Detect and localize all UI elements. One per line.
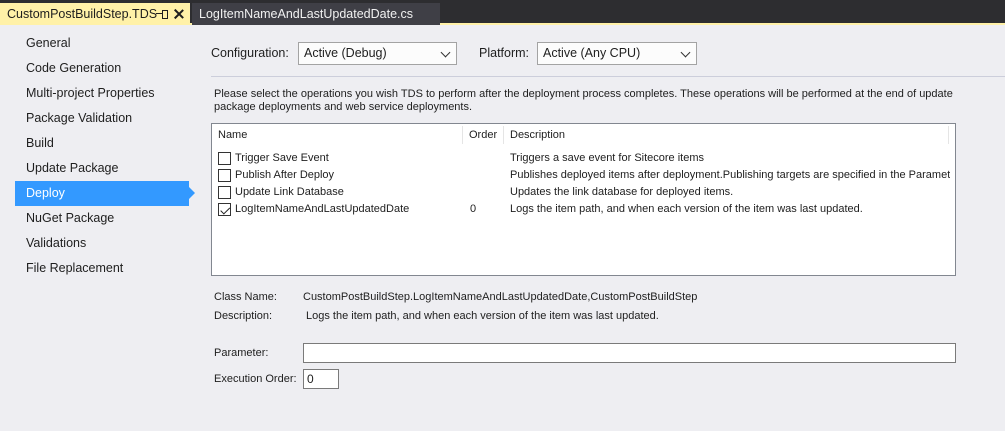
sidebar-item-code-generation[interactable]: Code Generation [15, 56, 191, 81]
execution-order-label: Execution Order: [214, 373, 297, 385]
description-value: Logs the item path, and when each versio… [306, 310, 659, 322]
list-item-description: Updates the link database for deployed i… [510, 186, 734, 198]
column-separator[interactable] [948, 126, 949, 144]
section-divider [211, 76, 1005, 77]
tab-custom-post-build-step[interactable]: CustomPostBuildStep.TDS [0, 3, 190, 25]
platform-select[interactable]: Active (Any CPU) [537, 42, 697, 65]
parameter-input[interactable] [303, 343, 956, 363]
pin-icon[interactable] [156, 8, 168, 20]
sidebar-item-validations[interactable]: Validations [15, 231, 191, 256]
platform-label: Platform: [479, 46, 530, 60]
sidebar-item-multi-project-properties[interactable]: Multi-project Properties [15, 81, 191, 106]
tab-label: LogItemNameAndLastUpdatedDate.cs [199, 7, 414, 21]
sidebar-item-general[interactable]: General [15, 31, 191, 56]
list-item-checkbox[interactable] [218, 186, 231, 199]
list-item-name: Update Link Database [235, 186, 344, 198]
execution-order-input[interactable]: 0 [303, 369, 339, 389]
list-item-description: Logs the item path, and when each versio… [510, 203, 863, 215]
list-item[interactable]: Trigger Save Event Triggers a save event… [212, 150, 955, 167]
list-item[interactable]: Update Link Database Updates the link da… [212, 184, 955, 201]
close-icon[interactable] [174, 9, 184, 19]
column-header-name[interactable]: Name [212, 124, 462, 146]
list-item-description: Publishes deployed items after deploymen… [510, 169, 950, 181]
configuration-select[interactable]: Active (Debug) [298, 42, 457, 65]
platform-value: Active (Any CPU) [543, 46, 641, 60]
list-item[interactable]: LogItemNameAndLastUpdatedDate 0 Logs the… [212, 201, 955, 218]
tab-label: CustomPostBuildStep.TDS [7, 7, 158, 21]
configuration-label: Configuration: [211, 46, 289, 60]
list-item[interactable]: Publish After Deploy Publishes deployed … [212, 167, 955, 184]
parameter-label: Parameter: [214, 347, 269, 359]
list-item-checkbox[interactable] [218, 169, 231, 182]
document-tab-strip: CustomPostBuildStep.TDS LogItemNameAndLa… [0, 0, 1005, 25]
column-header-description[interactable]: Description [504, 124, 948, 146]
class-name-label: Class Name: [214, 291, 277, 303]
list-item-name: LogItemNameAndLastUpdatedDate [235, 203, 410, 215]
tab-log-item-name[interactable]: LogItemNameAndLastUpdatedDate.cs [192, 3, 440, 25]
post-deploy-steps-list[interactable]: Name Order Description Trigger Save Even… [211, 123, 956, 276]
property-page-sidebar: General Code Generation Multi-project Pr… [15, 31, 195, 281]
list-item-name: Publish After Deploy [235, 169, 335, 181]
chevron-down-icon [440, 47, 451, 58]
list-item-checkbox[interactable] [218, 152, 231, 165]
list-item-order: 0 [470, 203, 477, 215]
chevron-down-icon [680, 47, 691, 58]
sidebar-item-package-validation[interactable]: Package Validation [15, 106, 191, 131]
class-name-value: CustomPostBuildStep.LogItemNameAndLastUp… [303, 291, 698, 303]
instructions-text: Please select the operations you wish TD… [214, 88, 953, 113]
sidebar-item-nuget-package[interactable]: NuGet Package [15, 206, 191, 231]
sidebar-item-deploy[interactable]: Deploy [15, 181, 195, 206]
column-header-order[interactable]: Order [463, 124, 503, 146]
sidebar-item-update-package[interactable]: Update Package [15, 156, 191, 181]
sidebar-item-build[interactable]: Build [15, 131, 191, 156]
configuration-value: Active (Debug) [304, 46, 387, 60]
description-label: Description: [214, 310, 273, 322]
list-item-checkbox[interactable] [218, 203, 231, 216]
list-item-description: Triggers a save event for Sitecore items [510, 152, 705, 164]
list-item-name: Trigger Save Event [235, 152, 329, 164]
sidebar-item-file-replacement[interactable]: File Replacement [15, 256, 191, 281]
